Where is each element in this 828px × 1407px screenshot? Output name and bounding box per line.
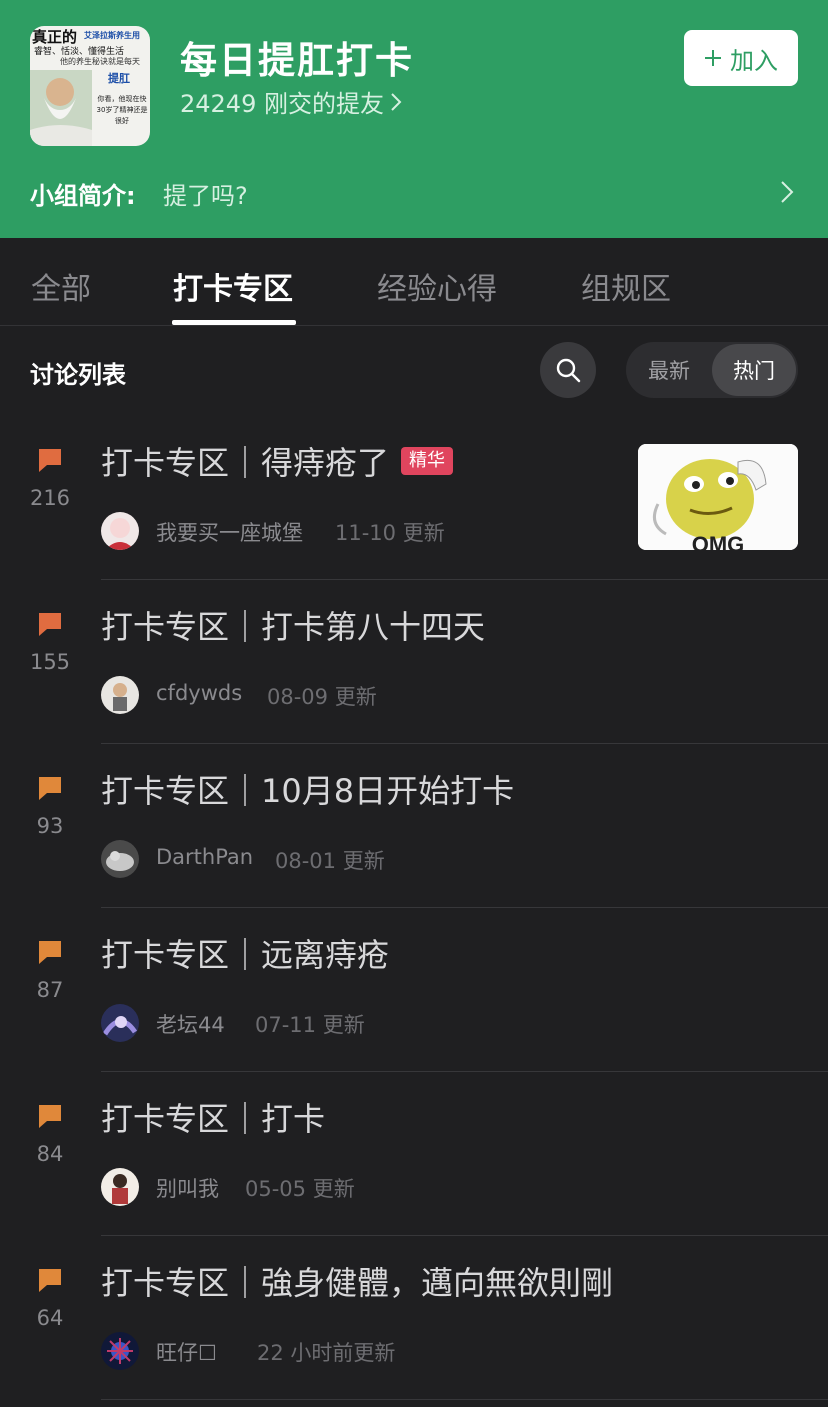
members-link[interactable]: 24249 刚交的提友 <box>180 84 402 119</box>
avatar-text-4: 他的养生秘诀就是每天 <box>60 57 140 66</box>
comment-icon <box>39 1269 61 1292</box>
group-header: 真正的 艾泽拉斯养生用 睿智、恬淡、懂得生活 他的养生秘诀就是每天 提肛 你看，… <box>0 0 828 238</box>
discussion-list-title: 讨论列表 <box>30 361 126 389</box>
avatar-text-5: 提肛 <box>108 72 130 85</box>
comment-count: 64 <box>36 1306 64 1330</box>
list-item[interactable]: 84 打卡专区｜打卡 别叫我 05-05 更新 <box>0 1072 828 1236</box>
group-avatar[interactable]: 真正的 艾泽拉斯养生用 睿智、恬淡、懂得生活 他的养生秘诀就是每天 提肛 你看，… <box>30 26 150 146</box>
post-title: 打卡专区｜打卡第八十四天 <box>101 602 485 648</box>
sort-toggle: 最新 热门 <box>626 342 798 398</box>
avatar[interactable] <box>101 840 139 878</box>
chevron-right-icon[interactable] <box>780 180 794 204</box>
elder-figure-image <box>30 70 92 146</box>
tab-bar: 全部 打卡专区 经验心得 组规区 <box>0 238 828 326</box>
tab-experience[interactable]: 经验心得 <box>377 264 497 308</box>
sort-latest-button[interactable]: 最新 <box>626 342 712 398</box>
post-title: 打卡专区｜远离痔疮 <box>101 930 389 976</box>
author-name: cfdywds <box>156 681 243 705</box>
post-title-text: 打卡专区｜強身健體，邁向無欲則剛 <box>101 1264 614 1302</box>
comment-count: 84 <box>36 1142 64 1166</box>
post-title: 打卡专区｜10月8日开始打卡 <box>101 766 514 812</box>
search-button[interactable] <box>540 342 596 398</box>
list-item[interactable]: 64 打卡专区｜強身健體，邁向無欲則剛 旺仔☐ 22 小时前更新 <box>0 1236 828 1400</box>
comment-icon <box>39 613 61 636</box>
avatar[interactable] <box>101 1168 139 1206</box>
list-item[interactable]: 155 打卡专区｜打卡第八十四天 cfdywds 08-09 更新 <box>0 580 828 744</box>
list-item[interactable]: 87 打卡专区｜远离痔疮 老坛44 07-11 更新 <box>0 908 828 1072</box>
post-title-text: 打卡专区｜远离痔疮 <box>101 936 390 974</box>
author-name: 老坛44 <box>156 1013 225 1037</box>
sort-hot-button[interactable]: 热门 <box>712 344 796 396</box>
chevron-right-icon <box>391 92 402 111</box>
comment-icon <box>39 449 61 472</box>
author-name: 我要买一座城堡 <box>156 521 303 545</box>
active-tab-indicator <box>172 320 296 325</box>
post-thumbnail[interactable]: OMG <box>638 444 798 550</box>
post-title: 打卡专区｜得痔疮了 精华 <box>101 438 454 484</box>
avatar[interactable] <box>101 1332 139 1370</box>
featured-badge: 精华 <box>401 447 454 475</box>
group-title: 每日提肛打卡 <box>180 39 414 82</box>
plus-icon <box>705 50 721 66</box>
post-title-text: 打卡专区｜打卡第八十四天 <box>101 608 486 646</box>
comment-icon <box>39 941 61 964</box>
post-title-text: 打卡专区｜10月8日开始打卡 <box>101 772 515 810</box>
comment-count: 87 <box>36 978 64 1002</box>
list-item[interactable]: 93 打卡专区｜10月8日开始打卡 DarthPan 08-01 更新 <box>0 744 828 908</box>
join-label: 加入 <box>730 46 778 75</box>
tab-all[interactable]: 全部 <box>31 264 91 308</box>
tab-rules[interactable]: 组规区 <box>581 264 671 308</box>
author-name: DarthPan <box>156 845 254 869</box>
avatar[interactable] <box>101 512 139 550</box>
update-time: 08-01 更新 <box>275 849 385 873</box>
join-button[interactable]: 加入 <box>684 30 798 86</box>
intro-label: 小组简介: <box>30 182 136 210</box>
comment-count: 155 <box>29 650 71 674</box>
author-name: 旺仔☐ <box>156 1341 217 1365</box>
author-name: 别叫我 <box>156 1177 219 1201</box>
search-icon <box>556 358 581 383</box>
comment-icon <box>39 1105 61 1128</box>
avatar[interactable] <box>101 676 139 714</box>
update-time: 07-11 更新 <box>255 1013 365 1037</box>
post-title-text: 打卡专区｜得痔疮了 <box>101 444 390 482</box>
list-item[interactable]: 216 打卡专区｜得痔疮了 精华 我要买一座城堡 11-10 更新 OMG <box>0 416 828 580</box>
intro-text[interactable]: 提了吗? <box>163 176 248 211</box>
avatar-text-6: 你看，他现在快30岁了精神还是很好 <box>96 95 148 125</box>
divider <box>101 1399 828 1400</box>
update-time: 08-09 更新 <box>267 685 377 709</box>
thumb-caption: OMG <box>692 532 745 550</box>
avatar[interactable] <box>101 1004 139 1042</box>
update-time: 22 小时前更新 <box>257 1341 396 1365</box>
update-time: 11-10 更新 <box>335 521 445 545</box>
post-title-text: 打卡专区｜打卡 <box>101 1100 326 1138</box>
post-title: 打卡专区｜打卡 <box>101 1094 325 1140</box>
comment-count: 216 <box>29 486 71 510</box>
avatar-text-2: 艾泽拉斯养生用 <box>84 31 140 40</box>
omg-meme-image: OMG <box>638 444 798 550</box>
members-text: 24249 刚交的提友 <box>180 90 384 118</box>
comment-count: 93 <box>36 814 64 838</box>
update-time: 05-05 更新 <box>245 1177 355 1201</box>
tab-checkin-zone[interactable]: 打卡专区 <box>173 264 293 308</box>
comment-icon <box>39 777 61 800</box>
post-title: 打卡专区｜強身健體，邁向無欲則剛 <box>101 1258 613 1304</box>
